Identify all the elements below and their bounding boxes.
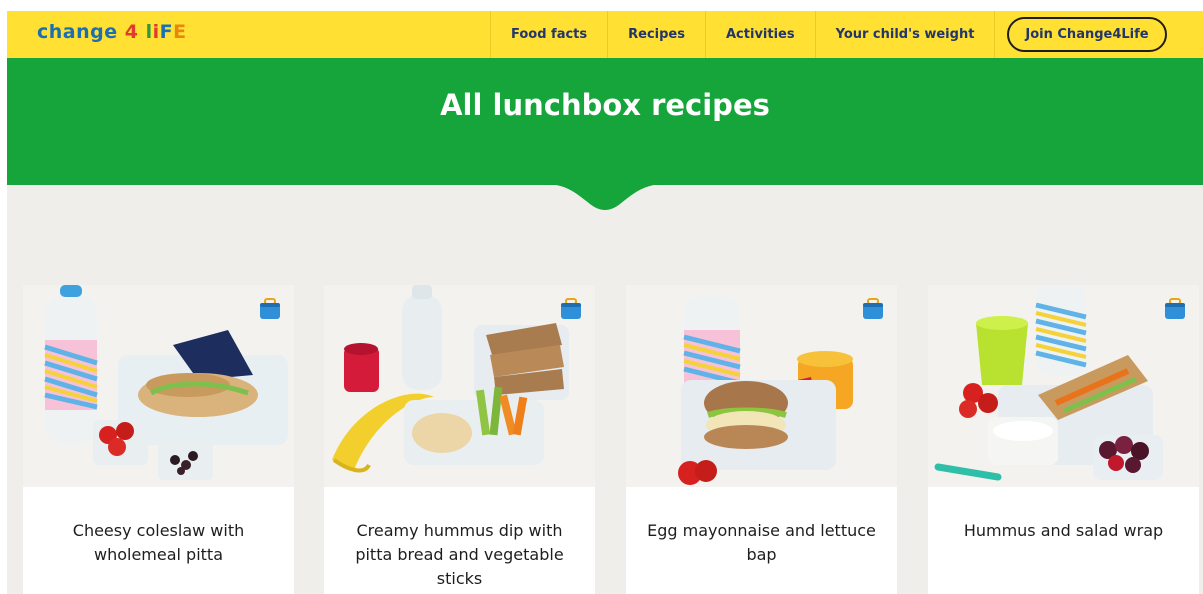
recipe-title[interactable]: Creamy hummus dip with pitta bread and v… — [344, 519, 575, 591]
logo-number: 4 — [124, 21, 139, 43]
recipe-title[interactable]: Egg mayonnaise and lettuce bap — [646, 519, 877, 567]
lunchbox-icon — [1165, 298, 1185, 319]
page: change 4 liFE Food facts Recipes Activit… — [7, 11, 1203, 594]
lunchbox-icon — [863, 298, 883, 319]
recipe-title[interactable]: Hummus and salad wrap — [948, 519, 1179, 543]
join-button[interactable]: Join Change4Life — [1007, 17, 1167, 52]
hummus-pitta-illustration — [324, 285, 595, 487]
main-nav: Food facts Recipes Activities Your child… — [490, 11, 996, 58]
nav-food-facts[interactable]: Food facts — [490, 11, 607, 58]
logo-word: change — [37, 21, 118, 43]
recipe-title[interactable]: Cheesy coleslaw with wholemeal pitta — [43, 519, 274, 567]
hero-banner: All lunchbox recipes — [7, 58, 1203, 185]
logo-letter: l — [145, 21, 153, 43]
recipe-image[interactable] — [23, 285, 294, 487]
hummus-wrap-illustration — [928, 285, 1199, 487]
recipe-card[interactable]: Hummus and salad wrap — [928, 285, 1199, 594]
nav-your-childs-weight[interactable]: Your child's weight — [814, 11, 996, 58]
lunchbox-icon — [260, 298, 280, 319]
change4life-logo[interactable]: change 4 liFE — [37, 21, 187, 43]
logo-letter: E — [173, 21, 187, 43]
recipe-card[interactable]: Egg mayonnaise and lettuce bap — [626, 285, 897, 594]
logo-letter: F — [159, 21, 174, 43]
hero-notch-shape — [545, 184, 665, 210]
nav-activities[interactable]: Activities — [705, 11, 815, 58]
site-header: change 4 liFE Food facts Recipes Activit… — [7, 11, 1203, 58]
recipe-card[interactable]: Cheesy coleslaw with wholemeal pitta — [23, 285, 294, 594]
recipe-image[interactable] — [324, 285, 595, 487]
recipe-card[interactable]: Creamy hummus dip with pitta bread and v… — [324, 285, 595, 594]
recipe-image[interactable] — [626, 285, 897, 487]
recipe-image[interactable] — [928, 285, 1199, 487]
page-title: All lunchbox recipes — [440, 88, 770, 122]
lunchbox-icon — [561, 298, 581, 319]
nav-recipes[interactable]: Recipes — [607, 11, 705, 58]
logo-letter: i — [152, 21, 160, 43]
coleslaw-pitta-illustration — [23, 285, 294, 487]
egg-mayo-bap-illustration — [626, 285, 897, 487]
